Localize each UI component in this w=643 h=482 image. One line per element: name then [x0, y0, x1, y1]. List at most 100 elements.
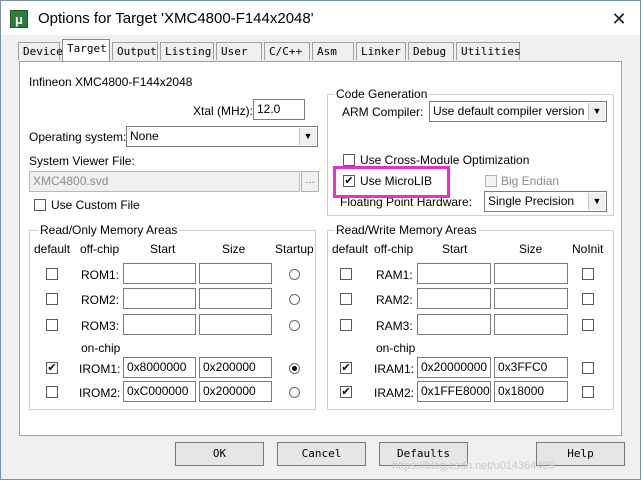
os-label: Operating system: — [29, 130, 127, 144]
svd-input[interactable]: XMC4800.svd — [29, 171, 300, 192]
ram-header-offchip: off-chip — [374, 242, 414, 256]
tab-utilities[interactable]: Utilities — [456, 42, 521, 60]
irom2-start-input[interactable]: 0xC000000 — [123, 381, 196, 402]
rom2-size-input[interactable] — [199, 288, 272, 309]
rom3-default-checkbox[interactable] — [46, 319, 58, 331]
ram3-label: RAM3: — [376, 319, 413, 333]
ram3-noinit-checkbox[interactable] — [582, 319, 594, 331]
svd-label: System Viewer File: — [29, 154, 135, 168]
os-value: None — [130, 129, 159, 143]
rom3-startup-radio[interactable] — [289, 320, 300, 331]
iram2-size-input[interactable]: 0x18000 — [494, 381, 568, 402]
iram1-start-input[interactable]: 0x20000000 — [417, 357, 491, 378]
ram1-size-input[interactable] — [494, 263, 568, 284]
tab-user[interactable]: User — [216, 42, 262, 60]
irom1-label: IROM1: — [79, 362, 121, 376]
ram1-start-input[interactable] — [417, 263, 491, 284]
rom-onchip-label: on-chip — [81, 341, 121, 355]
big-endian-checkbox[interactable] — [485, 175, 497, 187]
iram1-noinit-checkbox[interactable] — [582, 362, 594, 374]
close-icon[interactable]: ✕ — [605, 7, 633, 31]
rom1-startup-radio[interactable] — [289, 269, 300, 280]
rom-header-start: Start — [150, 242, 176, 256]
ram2-start-input[interactable] — [417, 288, 491, 309]
iram1-size-input[interactable]: 0x3FFC0 — [494, 357, 568, 378]
xtal-label: Xtal (MHz): — [193, 104, 253, 118]
rom-header-default: default — [34, 242, 71, 256]
ram1-noinit-checkbox[interactable] — [582, 268, 594, 280]
ram2-label: RAM2: — [376, 293, 413, 307]
code-generation-title: Code Generation — [334, 87, 430, 101]
ram1-default-checkbox[interactable] — [340, 268, 352, 280]
ram2-size-input[interactable] — [494, 288, 568, 309]
fp-select[interactable]: Single Precision ▼ — [484, 191, 607, 212]
chevron-down-icon: ▼ — [299, 128, 316, 145]
tab-target[interactable]: Target — [62, 39, 110, 61]
rom2-startup-radio[interactable] — [289, 294, 300, 305]
microlib-checkbox[interactable]: ✔ — [343, 175, 355, 187]
tab-output[interactable]: Output — [112, 42, 158, 60]
irom1-startup-radio[interactable] — [289, 363, 300, 374]
rom2-start-input[interactable] — [123, 288, 196, 309]
rom3-size-input[interactable] — [199, 314, 272, 335]
iram1-label: IRAM1: — [374, 362, 415, 376]
custom-file-checkbox[interactable] — [34, 199, 46, 211]
irom1-default-checkbox[interactable]: ✔ — [46, 362, 58, 374]
compiler-value: Use default compiler version 5 — [433, 104, 595, 118]
rom1-size-input[interactable] — [199, 263, 272, 284]
cancel-button[interactable]: Cancel — [277, 442, 366, 466]
irom2-label: IROM2: — [79, 386, 121, 400]
compiler-label: ARM Compiler: — [342, 105, 424, 119]
rom3-label: ROM3: — [81, 319, 120, 333]
tab-linker[interactable]: Linker — [356, 42, 406, 60]
ram-header-noinit: NoInit — [572, 242, 604, 256]
rom-group-title: Read/Only Memory Areas — [38, 223, 180, 237]
rom3-start-input[interactable] — [123, 314, 196, 335]
microlib-label: Use MicroLIB — [360, 174, 433, 188]
irom1-size-input[interactable]: 0x200000 — [199, 357, 272, 378]
tab-c-cpp[interactable]: C/C++ — [264, 42, 310, 60]
rom2-default-checkbox[interactable] — [46, 293, 58, 305]
chevron-down-icon: ▼ — [588, 193, 605, 210]
ram2-noinit-checkbox[interactable] — [582, 293, 594, 305]
ram-header-size: Size — [519, 242, 543, 256]
tab-listing[interactable]: Listing — [160, 42, 214, 60]
ram3-size-input[interactable] — [494, 314, 568, 335]
ram1-label: RAM1: — [376, 268, 413, 282]
ram-group-title: Read/Write Memory Areas — [334, 223, 479, 237]
svd-browse-button[interactable]: ... — [301, 171, 319, 192]
ram2-default-checkbox[interactable] — [340, 293, 352, 305]
tab-debug[interactable]: Debug — [408, 42, 454, 60]
rom1-label: ROM1: — [81, 268, 120, 282]
cross-module-label: Use Cross-Module Optimization — [360, 153, 530, 167]
rom2-label: ROM2: — [81, 293, 120, 307]
iram2-default-checkbox[interactable]: ✔ — [340, 386, 352, 398]
os-select[interactable]: None ▼ — [126, 126, 318, 147]
irom2-startup-radio[interactable] — [289, 387, 300, 398]
rom-header-size: Size — [222, 242, 246, 256]
big-endian-label: Big Endian — [501, 174, 560, 188]
keil-app-icon: μ — [10, 10, 28, 28]
rom1-default-checkbox[interactable] — [46, 268, 58, 280]
rom1-start-input[interactable] — [123, 263, 196, 284]
iram2-start-input[interactable]: 0x1FFE8000 — [417, 381, 491, 402]
window-title: Options for Target 'XMC4800-F144x2048' — [38, 10, 314, 27]
xtal-input[interactable]: 12.0 — [253, 99, 305, 120]
device-name: Infineon XMC4800-F144x2048 — [29, 75, 193, 89]
ram-onchip-label: on-chip — [376, 341, 416, 355]
compiler-select[interactable]: Use default compiler version 5 ▼ — [429, 101, 607, 122]
tab-asm[interactable]: Asm — [312, 42, 354, 60]
iram2-noinit-checkbox[interactable] — [582, 386, 594, 398]
irom2-size-input[interactable]: 0x200000 — [199, 381, 272, 402]
iram1-default-checkbox[interactable]: ✔ — [340, 362, 352, 374]
ram3-start-input[interactable] — [417, 314, 491, 335]
tab-device[interactable]: Device — [18, 42, 63, 60]
irom2-default-checkbox[interactable] — [46, 386, 58, 398]
watermark: https://blog.csdn.net/u014364409 — [392, 460, 555, 472]
cross-module-checkbox[interactable] — [343, 154, 355, 166]
iram2-label: IRAM2: — [374, 386, 415, 400]
ram3-default-checkbox[interactable] — [340, 319, 352, 331]
irom1-start-input[interactable]: 0x8000000 — [123, 357, 196, 378]
ok-button[interactable]: OK — [175, 442, 264, 466]
title-bar: μ Options for Target 'XMC4800-F144x2048'… — [1, 1, 640, 35]
